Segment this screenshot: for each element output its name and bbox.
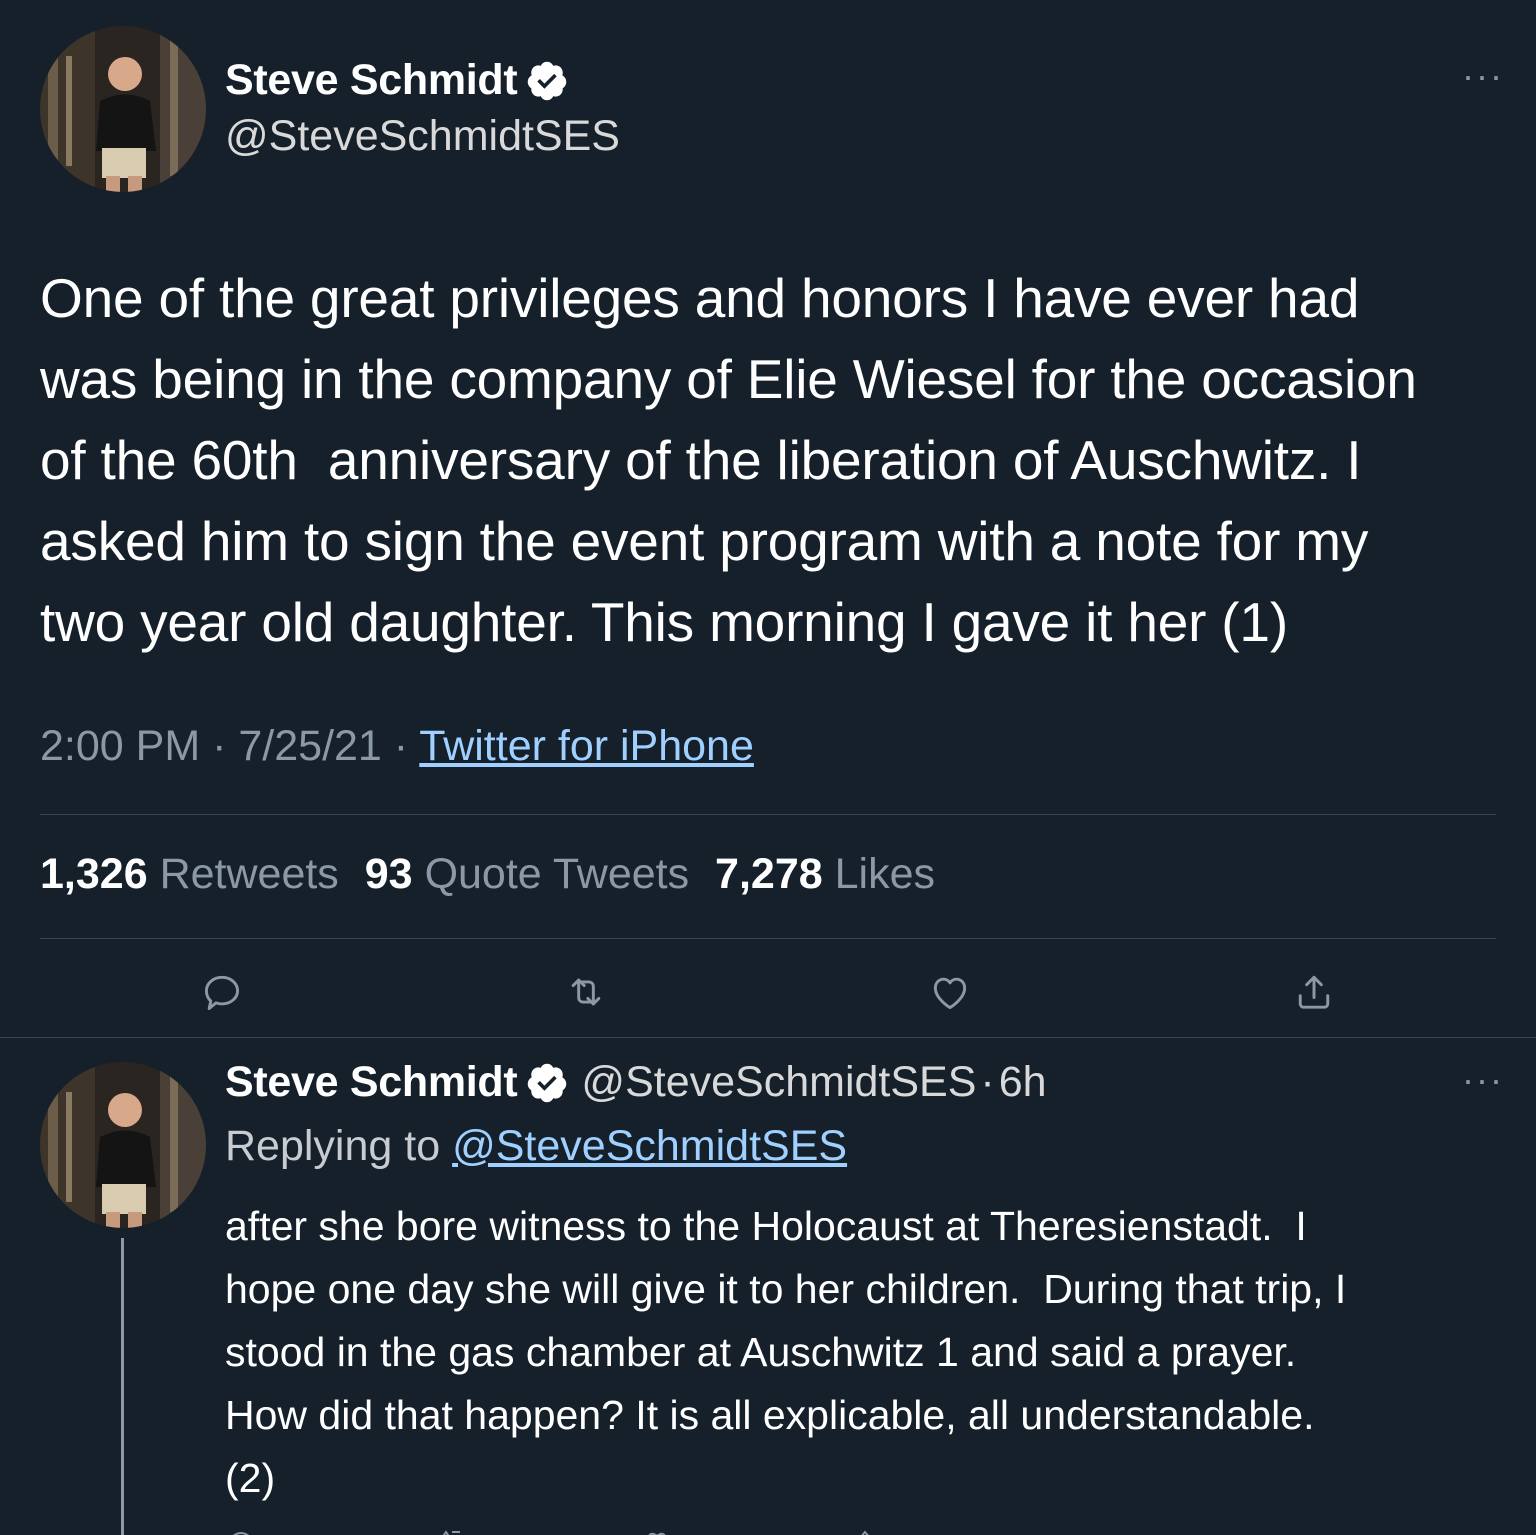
tweet-separator <box>0 1037 1536 1038</box>
avatar[interactable] <box>40 1062 206 1228</box>
divider <box>40 814 1496 815</box>
quote-tweets-label: Quote Tweets <box>424 850 690 898</box>
author-name-row[interactable]: Steve Schmidt <box>225 56 569 105</box>
tweet-text-line: was being in the company of Elie Wiesel … <box>40 348 1417 410</box>
tweet-text-line: asked him to sign the event program with… <box>40 510 1369 572</box>
author-handle[interactable]: @SteveSchmidtSES <box>581 1058 976 1107</box>
likes-label: Likes <box>834 850 935 898</box>
reply-tweet-text: after she bore witness to the Holocaust … <box>225 1195 1515 1510</box>
share-icon[interactable] <box>850 1526 880 1535</box>
quote-tweets-count: 93 <box>364 850 413 898</box>
tweet-thread-view: Steve Schmidt @SteveSchmidtSES ··· One o… <box>0 0 1536 1535</box>
avatar[interactable] <box>40 26 206 192</box>
retweets-stat[interactable]: 1,326 Retweets <box>40 850 339 898</box>
tweet-meta: 2:00 PM · 7/25/21 · Twitter for iPhone <box>40 722 754 771</box>
tweet-time-ago[interactable]: 6h <box>999 1058 1047 1107</box>
tweet-text-line: hope one day she will give it to her chi… <box>225 1266 1347 1312</box>
reply-icon[interactable] <box>200 970 244 1014</box>
tweet-text-line: two year old daughter. This morning I ga… <box>40 591 1288 653</box>
display-name[interactable]: Steve Schmidt <box>225 56 518 105</box>
thread-connector-line <box>121 1238 124 1535</box>
tweet-text-line: How did that happen? It is all explicabl… <box>225 1392 1315 1438</box>
tweet-text-line: (2) <box>225 1455 276 1501</box>
reply-author-row: Steve Schmidt @SteveSchmidtSES · 6h <box>225 1058 1047 1107</box>
verified-badge-icon <box>525 1061 569 1105</box>
quote-tweets-stat[interactable]: 93 Quote Tweets <box>365 850 689 898</box>
tweet-date[interactable]: 7/25/21 <box>238 722 381 770</box>
replying-to-label: Replying to <box>225 1122 441 1170</box>
like-icon[interactable] <box>928 970 972 1014</box>
tweet-source-link[interactable]: Twitter for iPhone <box>419 722 754 770</box>
more-options-button[interactable]: ··· <box>1462 58 1504 96</box>
meta-separator: · <box>393 722 409 770</box>
meta-separator: · <box>212 722 227 770</box>
tweet-text-line: One of the great privileges and honors I… <box>40 267 1360 329</box>
meta-separator: · <box>980 1058 995 1106</box>
verified-badge-icon <box>525 59 569 103</box>
divider <box>40 938 1496 939</box>
like-icon[interactable] <box>642 1526 672 1535</box>
reply-icon[interactable] <box>226 1526 256 1535</box>
tweet-text-line: of the 60th anniversary of the liberatio… <box>40 429 1362 491</box>
author-handle[interactable]: @SteveSchmidtSES <box>225 112 620 161</box>
retweet-icon[interactable] <box>564 970 608 1014</box>
tweet-text-line: after she bore witness to the Holocaust … <box>225 1203 1307 1249</box>
share-icon[interactable] <box>1292 970 1336 1014</box>
reply-action-bar <box>0 1522 1536 1535</box>
display-name[interactable]: Steve Schmidt <box>225 1058 518 1107</box>
retweet-icon[interactable] <box>436 1526 466 1535</box>
tweet-text: One of the great privileges and honors I… <box>40 258 1510 663</box>
replying-to: Replying to @SteveSchmidtSES <box>225 1122 847 1171</box>
tweet-time[interactable]: 2:00 PM <box>40 722 200 770</box>
more-options-button[interactable]: ··· <box>1462 1062 1504 1100</box>
replying-to-mention-link[interactable]: @SteveSchmidtSES <box>452 1122 847 1170</box>
tweet-stats: 1,326 Retweets 93 Quote Tweets 7,278 Lik… <box>40 850 949 899</box>
retweets-count: 1,326 <box>40 850 148 898</box>
likes-count: 7,278 <box>715 850 823 898</box>
tweet-action-bar <box>0 970 1536 1020</box>
tweet-text-line: stood in the gas chamber at Auschwitz 1 … <box>225 1329 1297 1375</box>
likes-stat[interactable]: 7,278 Likes <box>715 850 935 898</box>
retweets-label: Retweets <box>159 850 339 898</box>
